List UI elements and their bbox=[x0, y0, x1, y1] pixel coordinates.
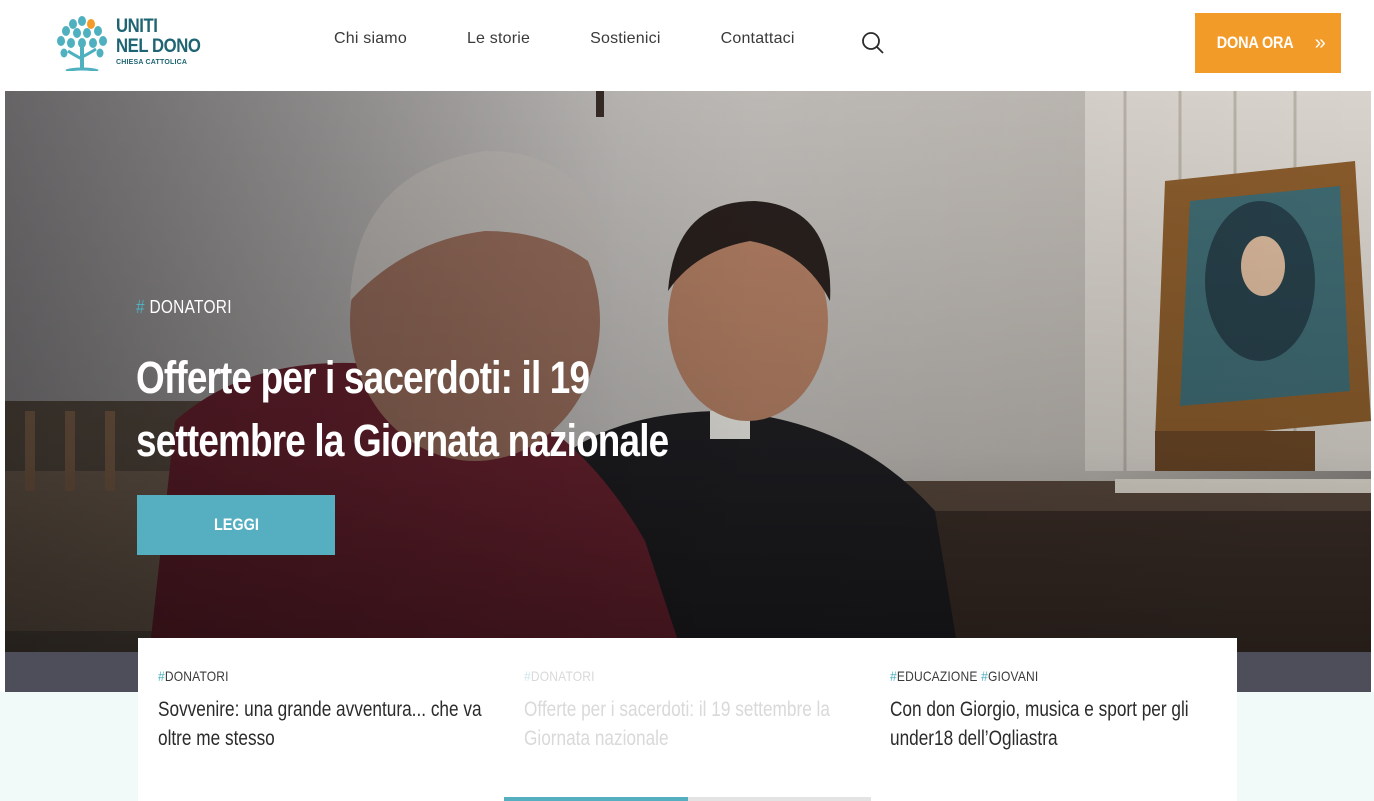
carousel-progress bbox=[504, 797, 871, 801]
story-card[interactable]: #EDUCAZIONE #GIOVANI Con don Giorgio, mu… bbox=[870, 638, 1236, 801]
card-tags: #DONATORI bbox=[524, 668, 804, 684]
search-button[interactable] bbox=[860, 30, 886, 56]
logo-line-1: UNITI bbox=[116, 16, 158, 37]
tag-label[interactable]: EDUCAZIONE bbox=[897, 668, 981, 684]
tag-hash: # bbox=[524, 668, 531, 684]
nav-item-contattaci[interactable]: Contattaci bbox=[721, 30, 795, 48]
story-card[interactable]: #DONATORI Sovvenire: una grande avventur… bbox=[138, 638, 504, 801]
story-card[interactable]: #DONATORI Offerte per i sacerdoti: il 19… bbox=[504, 638, 870, 801]
hero-banner: # DONATORI Offerte per i sacerdoti: il 1… bbox=[5, 91, 1371, 692]
carousel-progress-fill bbox=[504, 797, 688, 801]
nav-item-sostienici[interactable]: Sostienici bbox=[590, 30, 660, 48]
tree-logo-icon bbox=[57, 16, 107, 71]
hero-tag-hash: # bbox=[136, 297, 145, 317]
search-icon bbox=[862, 32, 884, 54]
card-title[interactable]: Sovvenire: una grande avventura... che v… bbox=[158, 695, 486, 753]
read-more-button[interactable]: LEGGI bbox=[137, 495, 335, 555]
tag-label[interactable]: GIOVANI bbox=[988, 668, 1038, 684]
card-title[interactable]: Offerte per i sacerdoti: il 19 settembre… bbox=[524, 695, 852, 753]
donate-button[interactable]: DONA ORA » bbox=[1195, 13, 1341, 73]
story-cards: #DONATORI Sovvenire: una grande avventur… bbox=[138, 638, 1237, 801]
card-title[interactable]: Con don Giorgio, musica e sport per gli … bbox=[890, 695, 1218, 753]
tag-label[interactable]: DONATORI bbox=[531, 668, 595, 684]
donate-label: DONA ORA bbox=[1217, 33, 1294, 52]
nav-item-le-storie[interactable]: Le storie bbox=[467, 30, 530, 48]
main-nav: Chi siamo Le storie Sostienici Contattac… bbox=[334, 30, 855, 48]
tag-hash: # bbox=[158, 668, 165, 684]
tag-label[interactable]: DONATORI bbox=[165, 668, 229, 684]
card-tags: #DONATORI bbox=[158, 668, 438, 684]
nav-item-chi-siamo[interactable]: Chi siamo bbox=[334, 30, 407, 48]
site-header: UNITI NEL DONO CHIESA CATTOLICA Chi siam… bbox=[0, 0, 1374, 91]
double-chevron-right-icon: » bbox=[1314, 31, 1326, 54]
tag-hash: # bbox=[890, 668, 897, 684]
read-more-label: LEGGI bbox=[213, 515, 259, 534]
logo-wordmark: UNITI NEL DONO CHIESA CATTOLICA bbox=[116, 17, 212, 68]
hero-tag[interactable]: # DONATORI bbox=[136, 297, 232, 318]
card-tags: #EDUCAZIONE #GIOVANI bbox=[890, 668, 1170, 684]
hero-title: Offerte per i sacerdoti: il 19 settembre… bbox=[136, 352, 669, 466]
hero-tag-label: DONATORI bbox=[149, 297, 232, 317]
tag-hash: # bbox=[981, 668, 988, 684]
logo-line-2: NEL DONO bbox=[116, 36, 201, 57]
logo-subtitle: CHIESA CATTOLICA bbox=[116, 59, 188, 66]
site-logo[interactable]: UNITI NEL DONO CHIESA CATTOLICA bbox=[54, 13, 214, 73]
